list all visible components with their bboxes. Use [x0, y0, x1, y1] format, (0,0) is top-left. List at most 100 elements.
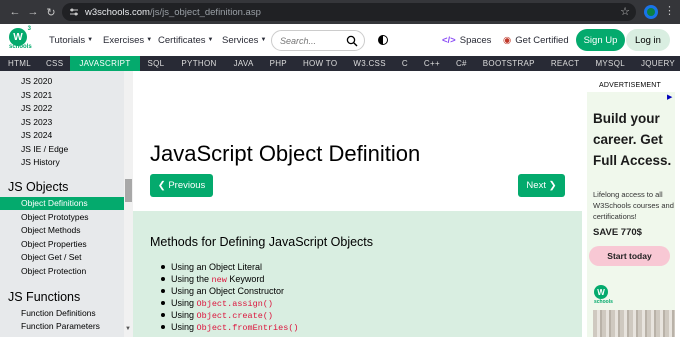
topic-bar: HTML CSS JAVASCRIPT SQL PYTHON JAVA PHP HOW TO W… — [0, 56, 680, 71]
sidebar-item-object-prototypes[interactable]: Object Prototypes — [21, 212, 89, 222]
ad-banner[interactable]: ▶ Build your career. Get Full Access. Li… — [587, 92, 675, 337]
topic-w3-css[interactable]: W3.CSS — [345, 56, 393, 71]
menu-certificates[interactable]: Certificates ▼ — [158, 35, 213, 46]
url-path: /js/js_object_definition.asp — [149, 6, 261, 18]
methods-panel: Methods for Defining JavaScript Objects … — [133, 211, 582, 337]
item-text: Using — [171, 322, 197, 332]
url-host: w3schools.com — [85, 6, 150, 18]
menu-tutorials[interactable]: Tutorials ▼ — [49, 35, 93, 46]
w3schools-logo[interactable]: W3 schools — [9, 26, 33, 52]
caret-down-icon: ▼ — [260, 37, 267, 44]
topic-html[interactable]: HTML — [0, 56, 39, 71]
topic-c-lang[interactable]: C# — [448, 56, 475, 71]
sidebar-item-object-methods[interactable]: Object Methods — [21, 225, 81, 235]
sidebar-scrollbar[interactable]: ▼ — [124, 71, 133, 337]
sidebar-item-js-2023[interactable]: JS 2023 — [21, 117, 52, 127]
topic-python[interactable]: PYTHON — [172, 56, 225, 71]
search-box[interactable] — [271, 30, 365, 51]
inline-code: new — [211, 275, 227, 285]
methods-list: Using an Object Literal Using the new Ke… — [161, 261, 299, 333]
address-bar[interactable]: w3schools.com/js/js_object_definition.as… — [62, 3, 636, 21]
bookmark-star-icon[interactable]: ☆ — [620, 5, 630, 18]
ad-label: ADVERTISEMENT — [599, 82, 661, 89]
topic-mysql[interactable]: MYSQL — [587, 56, 633, 71]
item-text: Keyword — [226, 274, 265, 284]
sidebar-item-object-definitions[interactable]: Object Definitions — [21, 198, 88, 208]
logo-superscript: 3 — [27, 26, 31, 32]
ad-headline: Build your career. Get Full Access. — [593, 111, 672, 168]
topic-c-lang[interactable]: C — [394, 56, 416, 71]
item-text: Using — [171, 310, 197, 320]
get-certified-link[interactable]: ◉ Get Certified — [503, 35, 569, 46]
sidebar-item-js-2024[interactable]: JS 2024 — [21, 130, 52, 140]
next-button[interactable]: Next ❯ — [518, 174, 565, 197]
list-item: Using Object.create() — [161, 309, 299, 321]
sidebar-heading-functions: JS Functions — [8, 290, 81, 304]
caret-down-icon: ▼ — [87, 37, 94, 44]
browser-toolbar: ← → ↻ w3schools.com/js/js_object_definit… — [0, 0, 680, 24]
search-icon[interactable] — [346, 35, 358, 47]
list-item: Using Object.assign() — [161, 297, 299, 309]
reload-icon[interactable]: ↻ — [42, 3, 60, 21]
inline-code: Object.assign() — [196, 299, 274, 309]
spaces-link[interactable]: </> Spaces — [442, 35, 491, 46]
topic-css[interactable]: CSS — [39, 56, 70, 71]
sidebar-item-js-history[interactable]: JS History — [21, 157, 60, 167]
menu-label: Tutorials — [49, 35, 86, 46]
extension-icon[interactable] — [644, 5, 658, 19]
menu-exercises[interactable]: Exercises ▼ — [103, 35, 152, 46]
sign-up-button[interactable]: Sign Up — [576, 29, 625, 51]
topic-how-to[interactable]: HOW TO — [295, 56, 345, 71]
ad-logo-word: schools — [594, 299, 613, 305]
certificate-icon: ◉ — [503, 35, 512, 46]
topic-javascript[interactable]: JAVASCRIPT — [70, 56, 140, 71]
browser-menu-icon[interactable]: ⋮ — [664, 5, 675, 17]
previous-button[interactable]: ❮ Previous — [150, 174, 213, 197]
menu-label: Certificates — [158, 35, 206, 46]
topic-bootstrap[interactable]: BOOTSTRAP — [475, 56, 543, 71]
forward-arrow-icon[interactable]: → — [24, 3, 42, 21]
topic-react[interactable]: REACT — [543, 56, 588, 71]
next-label: Next — [526, 180, 546, 191]
sidebar: JS 2020 JS 2021 JS 2022 JS 2023 JS 2024 … — [0, 71, 133, 337]
dark-mode-toggle-icon[interactable] — [378, 35, 388, 45]
ad-start-today-button[interactable]: Start today — [589, 246, 670, 266]
search-input[interactable] — [280, 34, 340, 47]
page-title: JavaScript Object Definition — [150, 141, 421, 166]
topic-jquery[interactable]: JQUERY — [633, 56, 680, 71]
item-text: Using an Object Constructor — [171, 286, 285, 296]
list-item: Using an Object Literal — [161, 261, 299, 273]
spaces-label: Spaces — [459, 35, 492, 46]
main-content: JavaScript Object Definition ❮ Previous … — [133, 71, 582, 337]
sidebar-item-function-parameters[interactable]: Function Parameters — [21, 321, 100, 331]
sidebar-item-object-protection[interactable]: Object Protection — [21, 266, 86, 276]
menu-label: Exercises — [103, 35, 145, 46]
sidebar-item-function-definitions[interactable]: Function Definitions — [21, 308, 96, 318]
scrollbar-thumb[interactable] — [125, 179, 132, 202]
sidebar-heading-objects: JS Objects — [8, 180, 69, 194]
chevron-right-icon: ❯ — [545, 180, 557, 191]
site-header: W3 schools Tutorials ▼ Exercises ▼ Certifi… — [0, 24, 680, 56]
sidebar-item-js-ie-edge[interactable]: JS IE / Edge — [21, 144, 68, 154]
sidebar-item-js-2020[interactable]: JS 2020 — [21, 76, 52, 86]
sidebar-item-js-2021[interactable]: JS 2021 — [21, 90, 52, 100]
back-arrow-icon[interactable]: ← — [6, 3, 24, 21]
topic-java[interactable]: JAVA — [226, 56, 262, 71]
log-in-button[interactable]: Log in — [626, 29, 670, 51]
caret-down-icon: ▼ — [146, 37, 153, 44]
topic-c-lang[interactable]: C++ — [416, 56, 448, 71]
sidebar-item-js-2022[interactable]: JS 2022 — [21, 103, 52, 113]
menu-services[interactable]: Services ▼ — [222, 35, 266, 46]
logo-letter: W — [13, 31, 23, 43]
list-item: Using an Object Constructor — [161, 285, 299, 297]
ad-close-icon[interactable]: ▶ — [667, 94, 674, 101]
item-text: Using the — [171, 274, 212, 284]
sidebar-item-object-get-set[interactable]: Object Get / Set — [21, 252, 81, 262]
topic-php[interactable]: PHP — [262, 56, 295, 71]
scroll-down-arrow-icon[interactable]: ▼ — [125, 326, 131, 332]
site-info-icon[interactable] — [67, 5, 81, 19]
list-item: Using the new Keyword — [161, 273, 299, 285]
topic-sql[interactable]: SQL — [140, 56, 173, 71]
sidebar-item-object-properties[interactable]: Object Properties — [21, 239, 87, 249]
ad-price: SAVE 770$ — [593, 227, 642, 238]
